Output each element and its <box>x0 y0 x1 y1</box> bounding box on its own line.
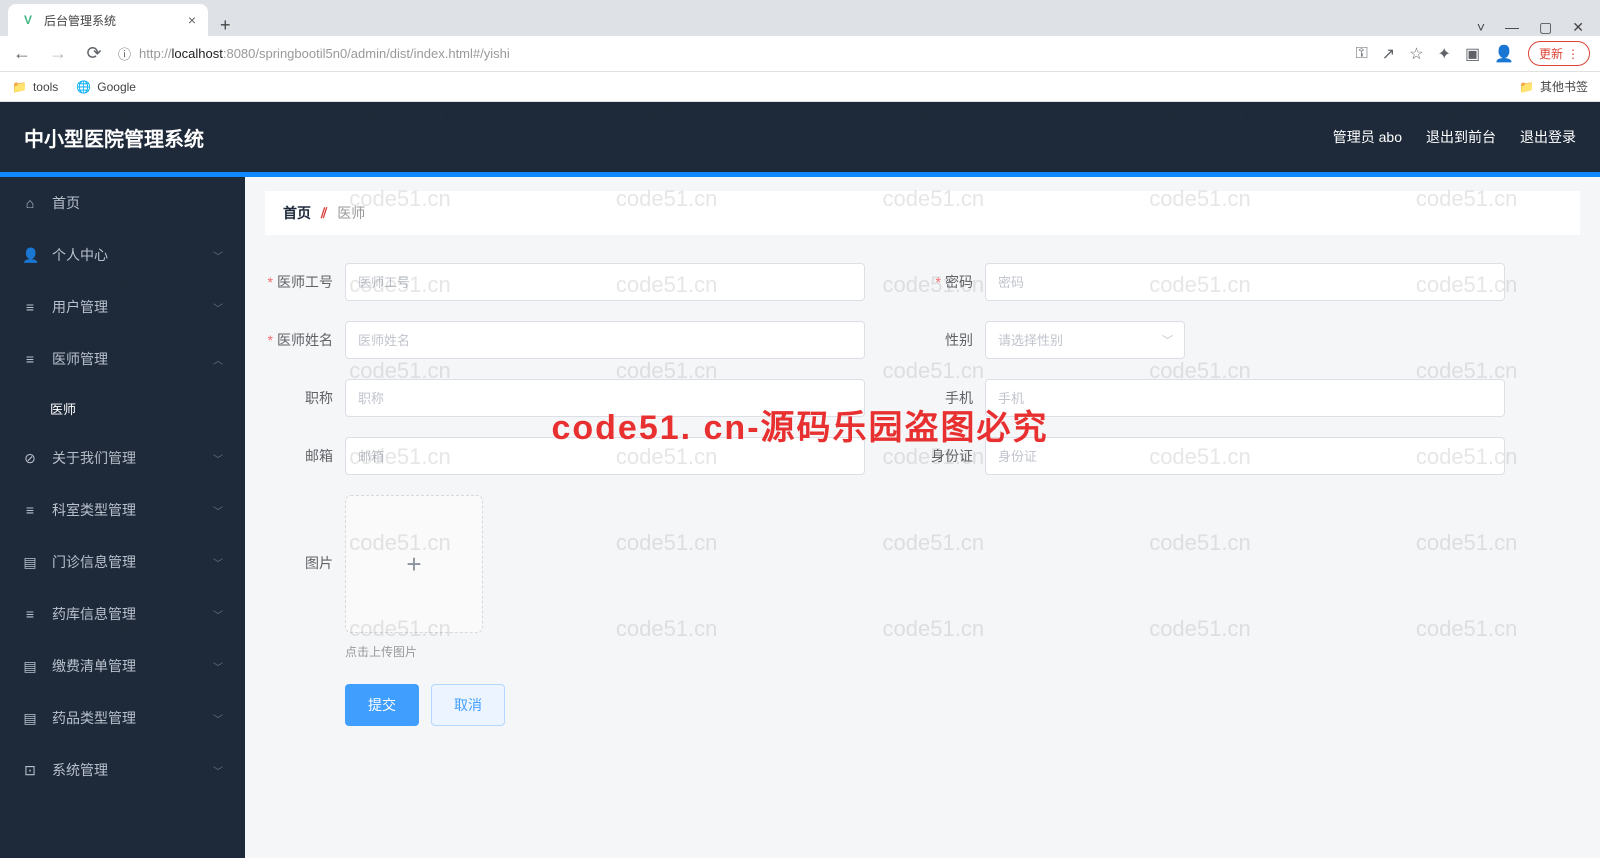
app-title: 中小型医院管理系统 <box>24 123 204 152</box>
folder-icon: 📁 <box>1519 80 1534 94</box>
browser-tab-strip: V 后台管理系统 × + ˅ — ▢ ✕ <box>0 0 1600 36</box>
address-bar[interactable]: ⓘ http://localhost:8080/springbootil5n0/… <box>118 44 1344 63</box>
breadcrumb-separator-icon: ⫽ <box>321 205 327 222</box>
breadcrumb-home[interactable]: 首页 <box>283 203 311 223</box>
reload-button[interactable]: ⟳ <box>82 43 106 64</box>
list-icon: ≡ <box>22 351 38 367</box>
doctor-name-input[interactable] <box>345 321 865 359</box>
sidebar-item-dept-types[interactable]: ≡ 科室类型管理 ﹀ <box>0 484 245 536</box>
gender-label: 性别 <box>905 330 985 350</box>
chevron-down-icon: ﹀ <box>213 763 223 778</box>
chevron-down-icon[interactable]: ˅ <box>1477 19 1485 36</box>
folder-icon: 📁 <box>12 80 27 94</box>
idcard-label: 身份证 <box>905 446 985 466</box>
idcard-input[interactable] <box>985 437 1505 475</box>
sidebar-item-outpatient[interactable]: ▤ 门诊信息管理 ﹀ <box>0 536 245 588</box>
profile-icon[interactable]: 👤 <box>1494 44 1514 64</box>
doctor-form: 医师工号 密码 医师姓名 性别 <box>265 253 1580 736</box>
logout-link[interactable]: 退出登录 <box>1520 127 1576 147</box>
doctor-name-label: 医师姓名 <box>265 330 345 350</box>
doctor-id-label: 医师工号 <box>265 272 345 292</box>
title-label: 职称 <box>265 388 345 408</box>
chevron-down-icon: ﹀ <box>213 248 223 263</box>
bookmark-tools[interactable]: 📁 tools <box>12 80 58 94</box>
chevron-up-icon: ︿ <box>213 352 223 367</box>
close-window-icon[interactable]: ✕ <box>1572 19 1584 36</box>
sidebar-item-drug-types[interactable]: ▤ 药品类型管理 ﹀ <box>0 692 245 744</box>
chevron-down-icon: ﹀ <box>213 711 223 726</box>
minimize-icon[interactable]: — <box>1505 19 1519 36</box>
breadcrumb: 首页 ⫽ 医师 <box>265 191 1580 235</box>
sidebar-item-system[interactable]: ⊡ 系统管理 ﹀ <box>0 744 245 796</box>
gender-select[interactable] <box>985 321 1185 359</box>
sidebar: ⌂ 首页 👤 个人中心 ﹀ ≡ 用户管理 ﹀ ≡ 医师管理 ︿ 医师 ⊘ 关于我… <box>0 177 245 858</box>
home-icon: ⌂ <box>22 195 38 211</box>
bookmarks-bar: 📁 tools 🌐 Google 📁 其他书签 <box>0 72 1600 102</box>
image-upload[interactable]: + <box>345 495 483 633</box>
chevron-down-icon: ﹀ <box>213 451 223 466</box>
phone-label: 手机 <box>905 388 985 408</box>
password-key-icon[interactable]: ⚿ <box>1356 45 1368 63</box>
chevron-down-icon: ﹀ <box>213 659 223 674</box>
maximize-icon[interactable]: ▢ <box>1539 19 1552 36</box>
document-icon: ▤ <box>22 710 38 727</box>
password-label: 密码 <box>905 272 985 292</box>
sidebar-subitem-doctor[interactable]: 医师 <box>0 385 245 432</box>
extensions-icon[interactable]: ✦ <box>1438 44 1451 64</box>
email-label: 邮箱 <box>265 446 345 466</box>
sidebar-item-pharmacy[interactable]: ≡ 药库信息管理 ﹀ <box>0 588 245 640</box>
vue-favicon-icon: V <box>20 12 36 28</box>
update-button[interactable]: 更新⋮ <box>1528 41 1590 66</box>
browser-tab-active[interactable]: V 后台管理系统 × <box>8 4 208 36</box>
doctor-id-input[interactable] <box>345 263 865 301</box>
chevron-down-icon: ﹀ <box>213 607 223 622</box>
email-input[interactable] <box>345 437 865 475</box>
user-icon: 👤 <box>22 247 38 264</box>
new-tab-button[interactable]: + <box>208 15 243 36</box>
forward-button[interactable]: → <box>46 43 70 64</box>
main-content: 首页 ⫽ 医师 医师工号 密码 <box>245 177 1600 858</box>
bookmark-google[interactable]: 🌐 Google <box>76 80 136 94</box>
phone-input[interactable] <box>985 379 1505 417</box>
sidebar-item-doctors[interactable]: ≡ 医师管理 ︿ <box>0 333 245 385</box>
document-icon: ▤ <box>22 658 38 675</box>
chevron-down-icon: ﹀ <box>213 503 223 518</box>
reading-list-icon[interactable]: ▣ <box>1465 44 1480 64</box>
other-bookmarks[interactable]: 📁 其他书签 <box>1519 78 1588 95</box>
list-icon: ≡ <box>22 299 38 315</box>
globe-icon: 🌐 <box>76 80 91 94</box>
sidebar-item-users[interactable]: ≡ 用户管理 ﹀ <box>0 281 245 333</box>
share-icon[interactable]: ↗ <box>1382 44 1395 64</box>
exit-front-link[interactable]: 退出到前台 <box>1426 127 1496 147</box>
upload-hint: 点击上传图片 <box>345 643 483 660</box>
sidebar-item-payments[interactable]: ▤ 缴费清单管理 ﹀ <box>0 640 245 692</box>
image-label: 图片 <box>265 495 345 573</box>
breadcrumb-current: 医师 <box>337 203 365 223</box>
settings-icon: ⊡ <box>22 762 38 779</box>
list-icon: ≡ <box>22 502 38 518</box>
site-info-icon[interactable]: ⓘ <box>118 44 131 63</box>
star-icon[interactable]: ☆ <box>1409 44 1423 64</box>
title-input[interactable] <box>345 379 865 417</box>
chevron-down-icon: ﹀ <box>213 300 223 315</box>
back-button[interactable]: ← <box>10 43 34 64</box>
sidebar-item-about[interactable]: ⊘ 关于我们管理 ﹀ <box>0 432 245 484</box>
password-input[interactable] <box>985 263 1505 301</box>
app-header: 中小型医院管理系统 管理员 abo 退出到前台 退出登录 <box>0 102 1600 172</box>
window-controls: ˅ — ▢ ✕ <box>1461 19 1600 36</box>
tab-title: 后台管理系统 <box>44 12 116 29</box>
list-icon: ≡ <box>22 606 38 622</box>
plus-icon: + <box>406 549 421 580</box>
sidebar-item-profile[interactable]: 👤 个人中心 ﹀ <box>0 229 245 281</box>
close-icon[interactable]: × <box>188 12 196 28</box>
sidebar-item-home[interactable]: ⌂ 首页 <box>0 177 245 229</box>
document-icon: ▤ <box>22 554 38 571</box>
chevron-down-icon: ﹀ <box>213 555 223 570</box>
url-bar: ← → ⟳ ⓘ http://localhost:8080/springboot… <box>0 36 1600 72</box>
submit-button[interactable]: 提交 <box>345 684 419 726</box>
user-label[interactable]: 管理员 abo <box>1333 127 1402 147</box>
cancel-button[interactable]: 取消 <box>431 684 505 726</box>
info-icon: ⊘ <box>22 450 38 467</box>
